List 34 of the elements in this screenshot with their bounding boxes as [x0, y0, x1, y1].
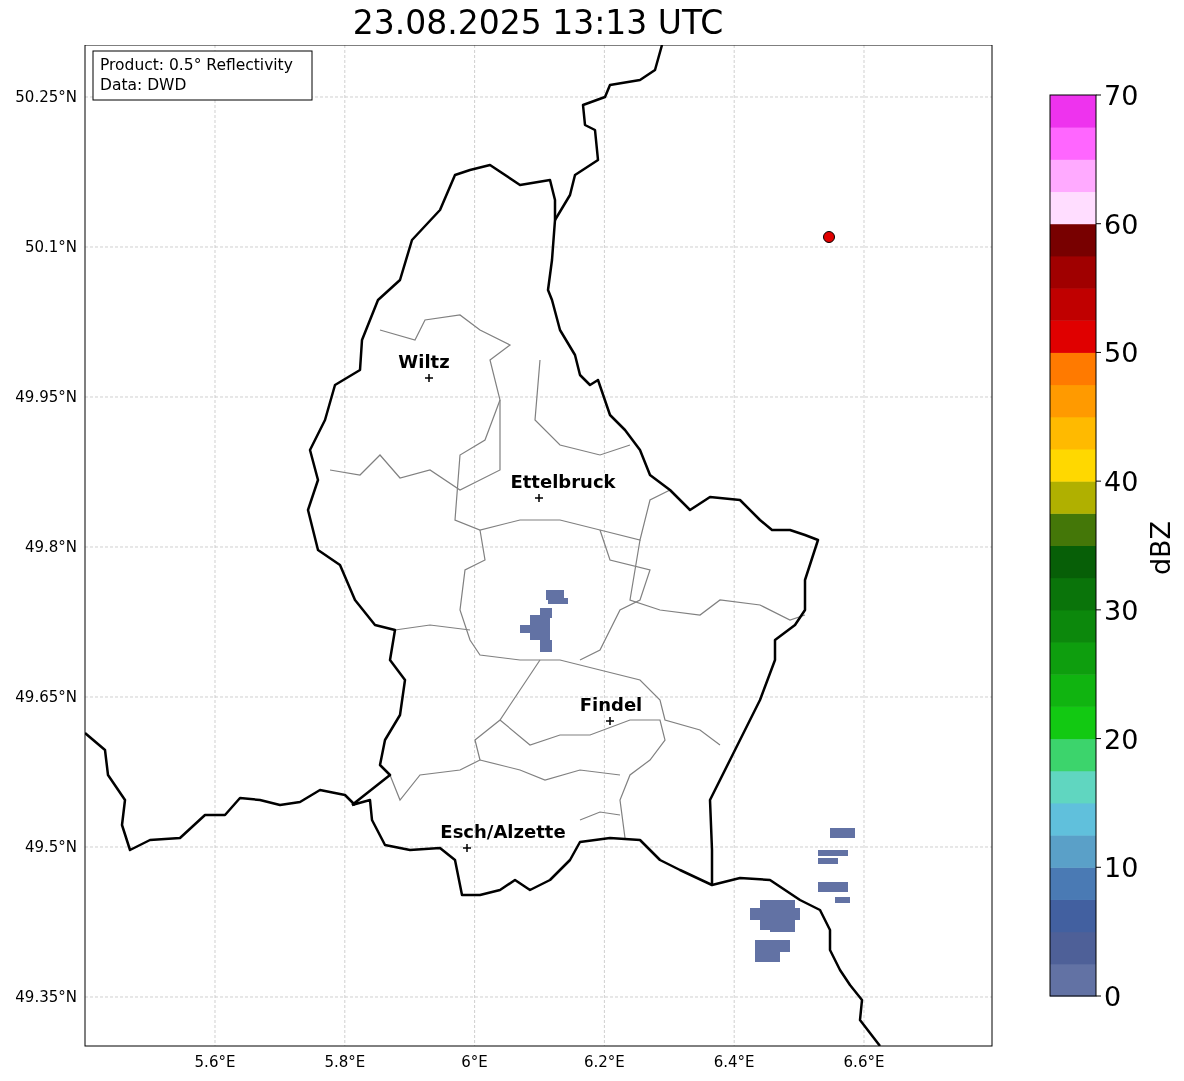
city-label: Wiltz — [398, 351, 450, 372]
city-label: Esch/Alzette — [440, 821, 566, 842]
latitude-label: 50.1°N — [24, 238, 77, 256]
colorbar-tick-label: 40 — [1104, 466, 1139, 498]
latitude-label: 49.35°N — [15, 988, 77, 1006]
colorbar-label: dBZ — [1145, 520, 1176, 576]
colorbar-tick-label: 30 — [1104, 594, 1139, 626]
colorbar-tick-label: 10 — [1104, 852, 1139, 884]
chart-title: 23.08.2025 13:13 UTC — [352, 6, 724, 39]
colorbar-tick-label: 50 — [1104, 337, 1139, 369]
info-text: Product: 0.5° Reflectivity — [100, 56, 293, 74]
longitude-label: 6°E — [461, 1053, 488, 1071]
colorbar-tick-label: 60 — [1104, 208, 1139, 240]
latitude-label: 49.95°N — [15, 388, 77, 406]
colorbar-tick-label: 70 — [1104, 80, 1139, 111]
latitude-label: 49.8°N — [24, 538, 77, 556]
longitude-label: 6.2°E — [584, 1053, 625, 1071]
longitude-label: 6.6°E — [843, 1053, 885, 1071]
colorbar-tick-label: 0 — [1104, 981, 1122, 1012]
latitude-label: 50.25°N — [15, 88, 77, 106]
city-label: Ettelbruck — [510, 471, 616, 492]
city-marker-icon — [462, 843, 472, 853]
city-marker-icon — [534, 493, 544, 503]
longitude-label: 5.8°E — [324, 1053, 366, 1071]
city-label: Findel — [579, 694, 643, 715]
latitude-label: 49.5°N — [24, 838, 77, 856]
latitude-label: 49.65°N — [15, 688, 77, 706]
colorbar-tick-label: 20 — [1104, 723, 1139, 755]
longitude-label: 6.4°E — [713, 1053, 755, 1071]
info-text: Data: DWD — [100, 76, 187, 94]
longitude-label: 5.6°E — [194, 1053, 236, 1071]
location-marker — [823, 231, 835, 243]
city-marker-icon — [605, 716, 615, 726]
city-marker-icon — [424, 373, 434, 383]
